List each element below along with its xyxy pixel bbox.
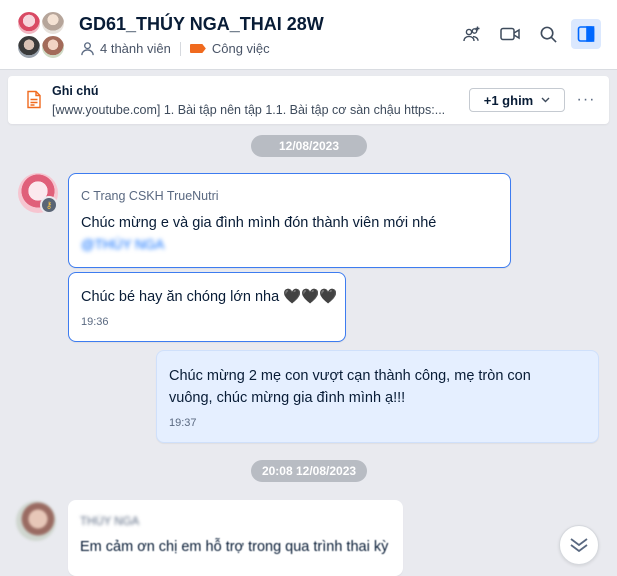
toggle-sidebar-button[interactable]: [571, 19, 601, 49]
member-avatar: [40, 34, 66, 60]
video-call-button[interactable]: [495, 19, 525, 49]
header-actions: [457, 19, 601, 49]
chat-title[interactable]: GD61_THÚY NGA_THAI 28W: [79, 14, 324, 35]
key-icon: ⚷: [40, 196, 58, 214]
more-pins-button[interactable]: +1 ghim: [469, 88, 565, 112]
sender-name[interactable]: C Trang CSKH TrueNutri: [81, 189, 219, 203]
sender-name[interactable]: THÚY NGA: [80, 516, 139, 528]
message-time: 19:36: [81, 316, 109, 328]
group-avatar[interactable]: [16, 10, 68, 62]
member-avatar: [40, 10, 66, 36]
chevron-down-icon: [541, 97, 550, 103]
sender-avatar[interactable]: [16, 501, 56, 541]
message-text-line-2: vuông, chúc mừng gia đình mình ạ!!!: [169, 390, 406, 406]
more-options-button[interactable]: ···: [574, 89, 598, 111]
date-separator: 20:08 12/08/2023: [251, 460, 367, 482]
tag-icon: [189, 44, 206, 53]
message-text: Em cảm ơn chị em hỗ trợ trong qua trình …: [80, 539, 389, 555]
message-text: Chúc bé hay ăn chóng lớn nha 🖤🖤🖤: [81, 289, 338, 305]
note-text: [www.youtube.com] 1. Bài tập nên tập 1.1…: [52, 103, 446, 117]
message-time: 19:37: [169, 417, 197, 429]
tag-label: Công việc: [211, 41, 270, 56]
note-icon: [27, 90, 41, 109]
chat-subinfo: 4 thành viên Công việc: [80, 41, 270, 56]
message-text: Chúc mừng e và gia đình mình đón thành v…: [81, 215, 437, 231]
message-bubble[interactable]: Chúc bé hay ăn chóng lớn nha 🖤🖤🖤 19:36: [68, 272, 346, 342]
more-pins-label: +1 ghim: [483, 92, 534, 108]
message-text-line-1: Chúc mừng 2 mẹ con vượt cạn thành công, …: [169, 368, 531, 384]
add-member-button[interactable]: [457, 19, 487, 49]
video-call-icon: [500, 27, 520, 41]
my-message-bubble[interactable]: Chúc mừng 2 mẹ con vượt cạn thành công, …: [156, 350, 599, 443]
message-bubble[interactable]: THÚY NGA Em cảm ơn chị em hỗ trợ trong q…: [68, 500, 403, 576]
scroll-to-bottom-button[interactable]: [559, 525, 599, 565]
chat-header: GD61_THÚY NGA_THAI 28W 4 thành viên Công…: [0, 0, 617, 70]
member-avatar: [16, 34, 42, 60]
divider: [179, 41, 181, 56]
search-button[interactable]: [533, 19, 563, 49]
note-title: Ghi chú: [52, 84, 99, 98]
add-member-icon: [463, 26, 480, 42]
member-count[interactable]: 4 thành viên: [80, 41, 171, 56]
member-count-label: 4 thành viên: [100, 41, 171, 56]
chevron-double-down-icon: [570, 538, 588, 553]
member-avatar: [16, 10, 42, 36]
mention-link[interactable]: @THÚY NGA: [81, 234, 164, 256]
search-icon: [540, 26, 557, 43]
label-tag[interactable]: Công việc: [189, 41, 270, 56]
pinned-bar[interactable]: Ghi chú [www.youtube.com] 1. Bài tập nên…: [8, 76, 609, 124]
toggle-sidebar-icon: [577, 26, 595, 42]
date-separator: 12/08/2023: [251, 135, 367, 157]
message-bubble[interactable]: C Trang CSKH TrueNutri Chúc mừng e và gi…: [68, 173, 511, 268]
person-icon: [81, 42, 94, 56]
